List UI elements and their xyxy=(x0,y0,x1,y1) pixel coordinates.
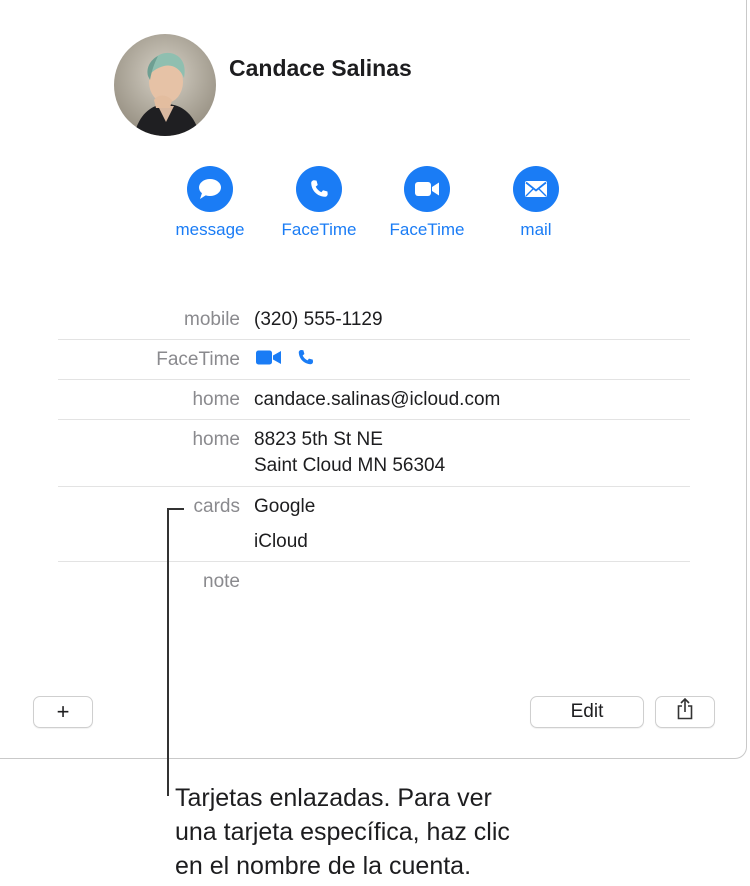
mobile-value[interactable]: (320) 555-1129 xyxy=(254,309,383,331)
callout-line-3: en el nombre de la cuenta. xyxy=(175,852,472,880)
facetime-video-icon[interactable] xyxy=(256,349,282,371)
note-label: note xyxy=(203,571,240,592)
divider xyxy=(58,486,690,487)
mail-label[interactable]: mail xyxy=(481,220,591,240)
avatar[interactable] xyxy=(114,34,216,136)
facetime-label: FaceTime xyxy=(156,349,240,370)
email-value[interactable]: candace.salinas@icloud.com xyxy=(254,389,500,411)
video-camera-icon[interactable] xyxy=(404,166,450,212)
divider xyxy=(58,419,690,420)
callout-text: Tarjetas enlazadas. Para ver una tarjeta… xyxy=(175,781,595,883)
email-label: home xyxy=(192,389,240,410)
address-line-1[interactable]: 8823 5th St NE xyxy=(254,429,383,451)
contact-name: Candace Salinas xyxy=(229,55,412,81)
facetime-video-action[interactable]: FaceTime xyxy=(372,166,482,240)
facetime-audio-icon[interactable] xyxy=(296,348,315,372)
mail-action[interactable]: mail xyxy=(481,166,591,240)
avatar-photo xyxy=(114,34,216,136)
card-google[interactable]: Google xyxy=(254,496,315,518)
facetime-buttons xyxy=(256,348,315,372)
add-button[interactable]: + xyxy=(33,696,93,728)
divider xyxy=(58,561,690,562)
message-label[interactable]: message xyxy=(155,220,265,240)
callout-line-2: una tarjeta específica, haz clic xyxy=(175,818,510,846)
facetime-audio-action[interactable]: FaceTime xyxy=(264,166,374,240)
divider xyxy=(58,379,690,380)
callout-leader-line xyxy=(167,508,169,796)
share-icon xyxy=(676,697,694,726)
callout-line-1: Tarjetas enlazadas. Para ver xyxy=(175,784,492,812)
edit-button[interactable]: Edit xyxy=(530,696,644,728)
divider xyxy=(58,339,690,340)
facetime-audio-label[interactable]: FaceTime xyxy=(264,220,374,240)
card-icloud[interactable]: iCloud xyxy=(254,531,308,553)
cards-label: cards xyxy=(193,496,240,517)
mobile-label: mobile xyxy=(184,309,240,330)
callout-connector xyxy=(167,508,184,510)
phone-icon[interactable] xyxy=(296,166,342,212)
message-bubble-icon[interactable] xyxy=(187,166,233,212)
address-label: home xyxy=(192,429,240,450)
envelope-icon[interactable] xyxy=(513,166,559,212)
address-line-2[interactable]: Saint Cloud MN 56304 xyxy=(254,455,445,477)
message-action[interactable]: message xyxy=(155,166,265,240)
share-button[interactable] xyxy=(655,696,715,728)
facetime-video-label[interactable]: FaceTime xyxy=(372,220,482,240)
